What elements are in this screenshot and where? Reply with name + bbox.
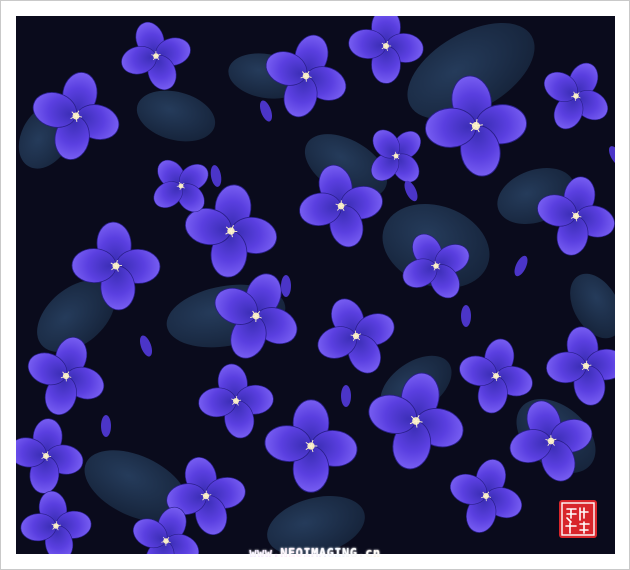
photo-frame bbox=[0, 0, 630, 570]
petal bbox=[71, 248, 117, 284]
flower-bud bbox=[281, 275, 291, 297]
flower-bud bbox=[341, 385, 351, 407]
stamen bbox=[115, 265, 123, 267]
flower-bud bbox=[101, 415, 111, 437]
flower-bud bbox=[461, 305, 471, 327]
flower-scene bbox=[16, 16, 615, 554]
flower-photo bbox=[16, 16, 615, 554]
red-seal-stamp bbox=[559, 500, 597, 538]
stamen bbox=[230, 230, 238, 233]
watermark-url: www.NEOIMAGING.cn bbox=[249, 546, 381, 560]
